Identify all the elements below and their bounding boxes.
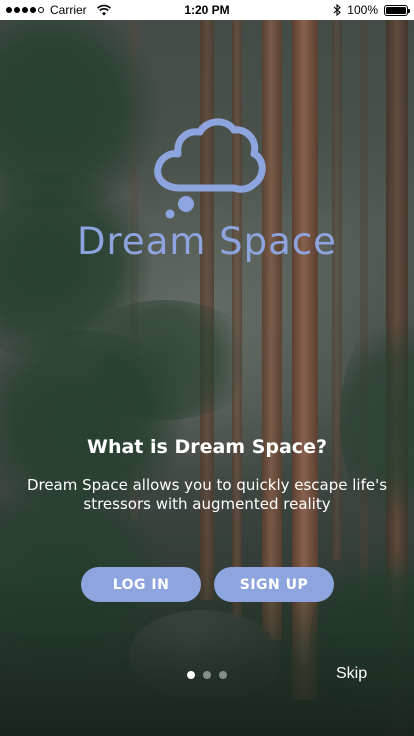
intro-description: Dream Space allows you to quickly escape… xyxy=(26,476,388,513)
battery-icon xyxy=(384,4,410,16)
login-button[interactable]: LOG IN xyxy=(81,567,201,602)
onboarding-screen: Carrier 1:20 PM 100% Dream Space What is… xyxy=(0,0,414,736)
status-bar: Carrier 1:20 PM 100% xyxy=(0,0,414,20)
forest-background xyxy=(0,0,414,736)
page-indicator xyxy=(187,671,227,679)
page-dot[interactable] xyxy=(219,671,227,679)
cloud-thought-icon xyxy=(154,118,266,219)
brand-name: Dream Space xyxy=(77,220,337,263)
status-right: 100% xyxy=(333,0,410,20)
page-dot[interactable] xyxy=(203,671,211,679)
signup-button[interactable]: SIGN UP xyxy=(214,567,334,602)
intro-title: What is Dream Space? xyxy=(87,436,327,458)
bluetooth-icon xyxy=(333,4,342,16)
skip-button[interactable]: Skip xyxy=(336,665,367,683)
battery-level xyxy=(386,6,406,14)
page-dot[interactable] xyxy=(187,671,195,679)
battery-percentage: 100% xyxy=(347,3,378,17)
